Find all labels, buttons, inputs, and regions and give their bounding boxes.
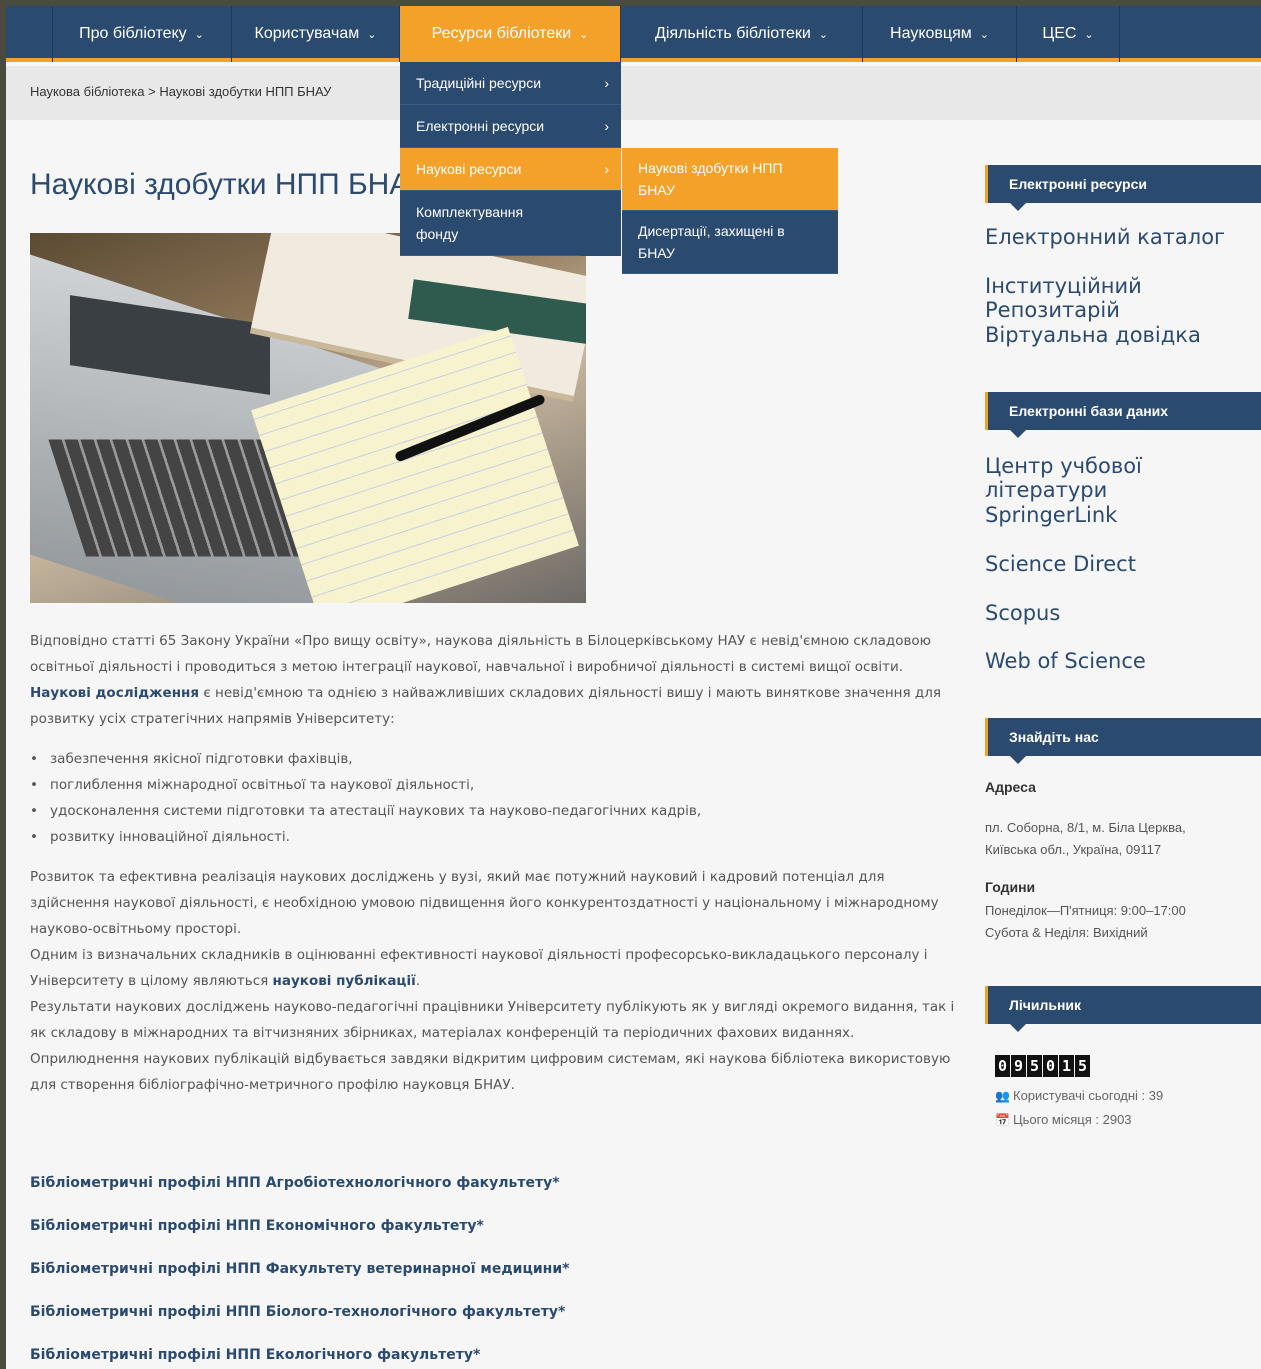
chevron-down-icon: ⌄ <box>979 28 989 41</box>
nav-item-ces[interactable]: ЦЕС ⌄ <box>1017 6 1120 62</box>
dropdown-item-traditional[interactable]: Традиційні ресурси › <box>400 62 621 105</box>
sidebar-link-science-direct[interactable]: Science Direct <box>985 552 1136 576</box>
sidebar-link-catalog[interactable]: Електронний каталог <box>985 225 1225 249</box>
widget-title-find-us: Знайдіть нас <box>985 718 1261 764</box>
list-item: забезпечення якісної підготовки фахівців… <box>30 746 960 772</box>
nav-label: ЦЕС <box>1042 25 1077 42</box>
chevron-down-icon: ⌄ <box>367 28 377 41</box>
hours-line: Субота & Неділя: Вихідний <box>985 925 1148 940</box>
page-title: Наукові здобутки НПП БНАУ <box>30 168 428 201</box>
stat-text: Користувачі сьогодні : 39 <box>1013 1088 1164 1103</box>
chevron-down-icon: ⌄ <box>579 28 589 41</box>
nav-item-scientists[interactable]: Науковцям ⌄ <box>863 6 1017 62</box>
counter-digit: 5 <box>1027 1055 1042 1077</box>
profile-link-veterinary[interactable]: Бібліометричні профілі НПП Факультету ве… <box>30 1258 960 1301</box>
sidebar-link-textbook-center[interactable]: Центр учбової літератури <box>985 454 1261 502</box>
chevron-down-icon: ⌄ <box>194 28 204 41</box>
chevron-down-icon: ⌄ <box>1084 28 1094 41</box>
dropdown-item-electronic[interactable]: Електронні ресурси › <box>400 105 621 148</box>
stat-text: Цього місяця : 2903 <box>1013 1112 1132 1127</box>
article-body: Відповідно статті 65 Закону України «Про… <box>30 628 960 1098</box>
breadcrumb-current: Наукові здобутки НПП БНАУ <box>159 84 332 99</box>
dropdown-label: Традиційні ресурси <box>416 75 542 91</box>
list-item: поглиблення міжнародної освітньої та нау… <box>30 772 960 798</box>
laptop-screen <box>70 295 270 395</box>
counter-digit: 5 <box>1075 1055 1090 1077</box>
article-paragraph: Відповідно статті 65 Закону України «Про… <box>30 633 932 675</box>
chevron-right-icon: › <box>604 118 609 134</box>
article-text: Одним із визначальних складників в оціню… <box>30 947 928 989</box>
nav-item-about[interactable]: Про бібліотеку ⌄ <box>52 6 232 62</box>
submenu-label: Дисертації, захищені в БНАУ <box>638 223 785 261</box>
article-paragraph: Оприлюднення наукових публікацій відбува… <box>30 1051 951 1093</box>
article-paragraph: Розвиток та ефективна реалізація наукови… <box>30 869 939 937</box>
sidebar-link-web-of-science[interactable]: Web of Science <box>985 649 1146 673</box>
nav-label: Діяльність бібліотеки <box>654 25 811 42</box>
address-line: Київська обл., Україна, 09117 <box>985 842 1162 857</box>
breadcrumb-separator: > <box>148 84 156 99</box>
sidebar-link-virtual-help[interactable]: Віртуальна довідка <box>985 323 1201 347</box>
article-paragraph: Результати наукових досліджень науково-п… <box>30 999 955 1041</box>
article-paragraph: Одним із визначальних складників в оціню… <box>30 942 960 994</box>
list-item: розвитку інноваційної діяльності. <box>30 824 960 850</box>
dropdown-item-acquisition[interactable]: Комплектування фонду <box>400 191 580 256</box>
chevron-down-icon: ⌄ <box>818 28 829 41</box>
counter-digit: 0 <box>995 1055 1010 1077</box>
dropdown-item-scientific[interactable]: Наукові ресурси › <box>400 148 621 191</box>
sidebar-link-repository[interactable]: Інституційний Репозитарій <box>985 274 1261 322</box>
hours-label: Години <box>985 879 1036 895</box>
submenu-label: Наукові здобутки НПП БНАУ <box>638 160 783 198</box>
article-bold: наукові публікації <box>272 973 416 989</box>
profile-links: Бібліометричні профілі НПП Агробіотехнол… <box>30 1172 960 1369</box>
dropdown-label: Електронні ресурси <box>416 118 545 134</box>
nav-label: Користувачам <box>254 25 360 42</box>
nav-label: Про бібліотеку <box>79 25 187 42</box>
profile-link-ecology[interactable]: Бібліометричні профілі НПП Екологічного … <box>30 1344 960 1369</box>
article-text: . <box>415 973 420 989</box>
article-bullet-list: забезпечення якісної підготовки фахівців… <box>30 746 960 850</box>
list-item: удосконалення системи підготовки та атес… <box>30 798 960 824</box>
hours-line: Понеділок—П'ятниця: 9:00–17:00 <box>985 903 1186 918</box>
main-nav: Про бібліотеку ⌄ Користувачам ⌄ Ресурси … <box>6 6 1261 62</box>
counter-digit: 9 <box>1011 1055 1026 1077</box>
nav-item-resources[interactable]: Ресурси бібліотеки ⌄ <box>400 6 621 62</box>
resources-dropdown: Традиційні ресурси › Електронні ресурси … <box>400 62 621 256</box>
hero-image <box>30 233 586 603</box>
submenu-item-achievements[interactable]: Наукові здобутки НПП БНАУ <box>622 148 838 211</box>
profile-link-agro[interactable]: Бібліометричні профілі НПП Агробіотехнол… <box>30 1172 960 1215</box>
sidebar-link-springerlink[interactable]: SpringerLink <box>985 503 1117 527</box>
profile-link-economics[interactable]: Бібліометричні профілі НПП Економічного … <box>30 1215 960 1258</box>
counter-digit: 0 <box>1043 1055 1058 1077</box>
nav-label: Науковцям <box>890 25 972 42</box>
article-bold: Наукові дослідження <box>30 685 200 701</box>
stat-users-today: 👥 Користувачі сьогодні : 39 <box>995 1088 1163 1103</box>
widget-title-counter: Лічильник <box>985 986 1261 1032</box>
sidebar-link-scopus[interactable]: Scopus <box>985 601 1060 625</box>
stat-this-month: 📅 Цього місяця : 2903 <box>995 1112 1132 1127</box>
chevron-right-icon: › <box>604 161 609 177</box>
address-label: Адреса <box>985 779 1036 795</box>
submenu-item-dissertations[interactable]: Дисертації, захищені в БНАУ <box>622 211 838 274</box>
widget-title-e-resources: Електронні ресурси <box>985 165 1261 211</box>
calendar-icon: 📅 <box>995 1112 1010 1127</box>
breadcrumb-home[interactable]: Наукова бібліотека <box>30 84 145 99</box>
chevron-right-icon: › <box>604 75 609 91</box>
breadcrumb-bar: Наукова бібліотека > Наукові здобутки НП… <box>6 66 1261 120</box>
nav-item-activity[interactable]: Діяльність бібліотеки ⌄ <box>621 6 863 62</box>
counter-digit: 1 <box>1059 1055 1074 1077</box>
widget-title-databases: Електронні бази даних <box>985 392 1261 438</box>
users-icon: 👥 <box>995 1088 1010 1103</box>
article-paragraph: Наукові дослідження є невід'ємною та одн… <box>30 680 960 732</box>
dropdown-label: Наукові ресурси <box>416 161 522 177</box>
visit-counter: 0 9 5 0 1 5 <box>995 1055 1090 1077</box>
nav-label: Ресурси бібліотеки <box>431 25 572 42</box>
scientific-submenu: Наукові здобутки НПП БНАУ Дисертації, за… <box>622 148 838 274</box>
profile-link-biotech[interactable]: Бібліометричні профілі НПП Біолого-техно… <box>30 1301 960 1344</box>
nav-item-users[interactable]: Користувачам ⌄ <box>232 6 400 62</box>
address-line: пл. Соборна, 8/1, м. Біла Церква, <box>985 820 1186 835</box>
breadcrumb: Наукова бібліотека > Наукові здобутки НП… <box>30 84 331 99</box>
dropdown-label: Комплектування фонду <box>416 204 524 242</box>
